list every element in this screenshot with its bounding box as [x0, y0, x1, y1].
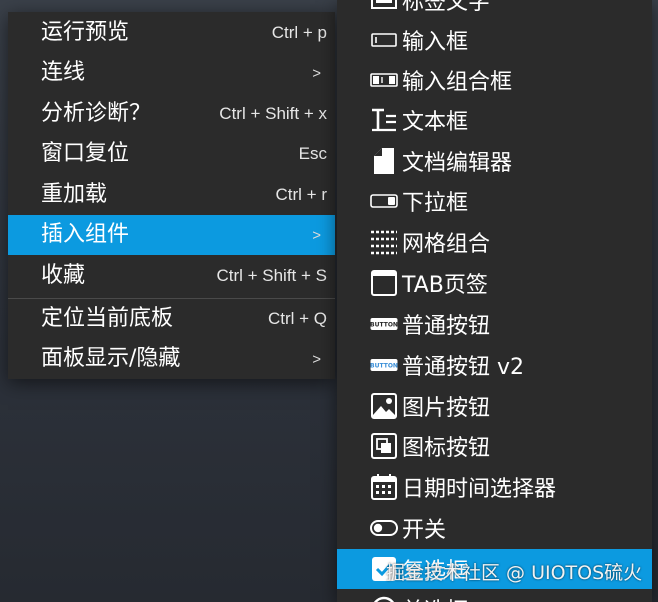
image-button-icon: [370, 392, 398, 420]
submenu-item-image-button[interactable]: 图片按钮: [337, 386, 652, 426]
tab-icon: [370, 269, 398, 297]
menu-item-shortcut: Ctrl + Shift + x: [219, 104, 327, 123]
input-combo-icon: [370, 66, 398, 94]
menu-item-label: 定位当前底板: [41, 306, 174, 331]
submenu-item-label: 下拉框: [402, 191, 469, 216]
submenu-item-label: 输入组合框: [402, 70, 513, 95]
menu-item-shortcut: Esc: [298, 144, 327, 163]
menu-item-connect[interactable]: 连线 >: [8, 53, 335, 93]
submenu-item-label: 输入框: [402, 30, 469, 55]
submenu-item-label: 文本框: [402, 110, 469, 135]
menu-item-insert-component[interactable]: 插入组件 >: [8, 215, 335, 255]
submenu-item-icon-button[interactable]: 图标按钮: [337, 426, 652, 466]
menu-item-label: 运行预览: [41, 20, 130, 45]
menu-item-reload[interactable]: 重加载 Ctrl + r: [8, 175, 335, 215]
radio-icon: [370, 595, 398, 602]
submenu-item-label: TAB页签: [402, 273, 488, 298]
submenu-arrow-icon: >: [312, 350, 321, 368]
menu-item-reset-window[interactable]: 窗口复位 Esc: [8, 134, 335, 174]
menu-item-label: 收藏: [41, 263, 86, 288]
menu-item-toggle-panel[interactable]: 面板显示/隐藏 >: [8, 339, 335, 379]
button-icon: BUTTON: [370, 310, 398, 338]
menu-item-shortcut: Ctrl + Q: [267, 309, 327, 328]
menu-item-shortcut: Ctrl + Shift + S: [216, 266, 327, 285]
submenu-item-datetime-picker[interactable]: 日期时间选择器: [337, 467, 652, 507]
submenu-item-input-combo[interactable]: 输入组合框: [337, 60, 652, 100]
submenu-item-label: 网格组合: [402, 232, 491, 257]
menu-item-shortcut: Ctrl + p: [271, 23, 327, 42]
menu-item-label: 分析诊断？: [41, 101, 152, 126]
insert-component-submenu: 标签文字 输入框 输入组合框 文本框 文档编辑器 下拉框 网格组合 TAB页签 …: [337, 0, 652, 602]
menu-item-locate-panel[interactable]: 定位当前底板 Ctrl + Q: [8, 299, 335, 339]
menu-item-label: 连线: [41, 60, 86, 85]
document-icon: [370, 147, 398, 175]
submenu-arrow-icon: >: [312, 64, 321, 82]
textarea-icon: [370, 106, 398, 134]
menu-item-label: 重加载: [41, 182, 108, 207]
submenu-item-tab[interactable]: TAB页签: [337, 263, 652, 303]
submenu-item-textarea[interactable]: 文本框: [337, 100, 652, 140]
switch-icon: [370, 514, 398, 542]
submenu-item-grid[interactable]: 网格组合: [337, 222, 652, 262]
button-v2-icon: BUTTON: [370, 351, 398, 379]
submenu-item-input-box[interactable]: 输入框: [337, 20, 652, 60]
menu-item-run-preview[interactable]: 运行预览 Ctrl + p: [8, 13, 335, 53]
submenu-item-label: 图片按钮: [402, 396, 491, 421]
submenu-item-label: 普通按钮 v2: [402, 355, 525, 380]
submenu-item-button[interactable]: BUTTON 普通按钮: [337, 304, 652, 344]
submenu-item-label: 文档编辑器: [402, 151, 513, 176]
submenu-item-label: 标签文字: [402, 0, 491, 15]
submenu-item-label: 图标按钮: [402, 436, 491, 461]
submenu-item-label: 开关: [402, 518, 447, 543]
submenu-item-label: 普通按钮: [402, 314, 491, 339]
button-badge-text: BUTTON: [370, 363, 398, 370]
menu-item-label: 窗口复位: [41, 141, 130, 166]
context-menu: 运行预览 Ctrl + p 连线 > 分析诊断？ Ctrl + Shift + …: [8, 12, 335, 379]
label-icon: [370, 0, 398, 14]
submenu-item-label: 单选框: [402, 593, 468, 602]
submenu-item-switch[interactable]: 开关: [337, 508, 652, 548]
menu-item-analyze[interactable]: 分析诊断？ Ctrl + Shift + x: [8, 94, 335, 134]
submenu-item-dropdown[interactable]: 下拉框: [337, 181, 652, 221]
input-box-icon: [370, 26, 398, 54]
grid-icon: [370, 228, 398, 256]
menu-item-label: 插入组件: [41, 222, 130, 247]
menu-item-label: 面板显示/隐藏: [41, 346, 181, 371]
submenu-arrow-icon: >: [312, 226, 321, 244]
submenu-item-label: 日期时间选择器: [402, 477, 557, 502]
menu-item-favorite[interactable]: 收藏 Ctrl + Shift + S: [8, 256, 335, 296]
dropdown-icon: [370, 187, 398, 215]
submenu-item-document-editor[interactable]: 文档编辑器: [337, 141, 652, 181]
icon-button-icon: [370, 432, 398, 460]
submenu-item-label-text[interactable]: 标签文字: [337, 0, 652, 20]
calendar-icon: [370, 473, 398, 501]
button-badge-text: BUTTON: [370, 322, 398, 329]
menu-item-shortcut: Ctrl + r: [275, 185, 327, 204]
submenu-item-radio[interactable]: 单选框: [337, 589, 652, 602]
submenu-item-button-v2[interactable]: BUTTON 普通按钮 v2: [337, 345, 652, 385]
watermark-text: 掘金技术社区 @ UIOTOS硫火: [386, 562, 643, 584]
